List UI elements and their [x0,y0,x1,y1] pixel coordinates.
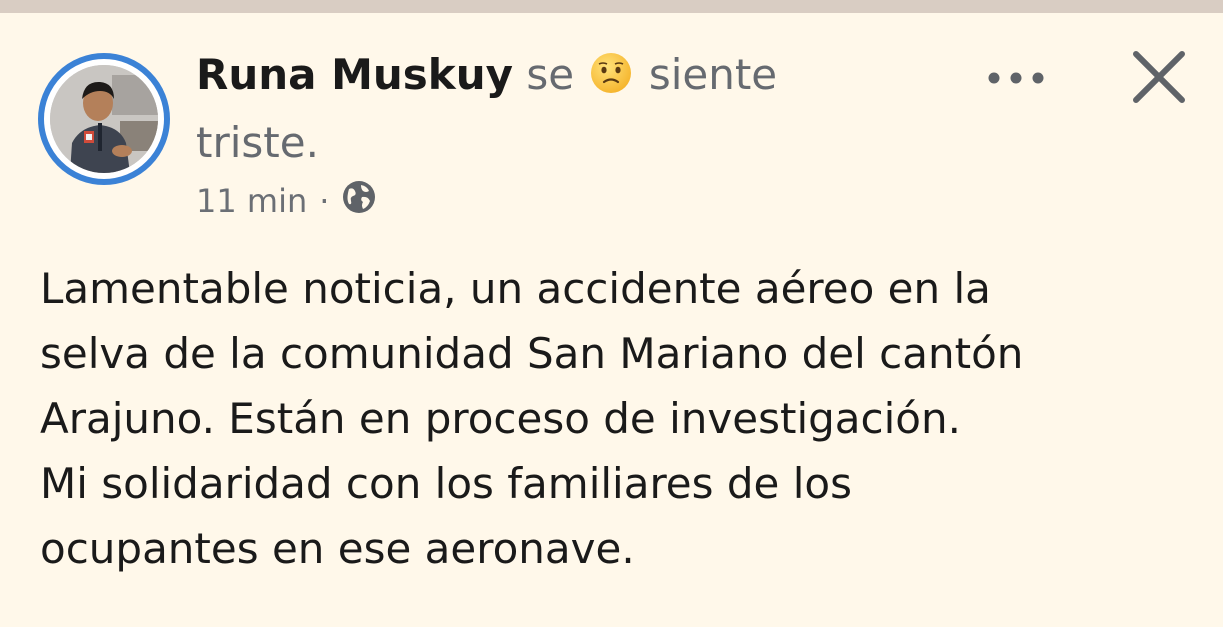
close-icon [1133,51,1185,103]
post-body-line: Mi solidaridad con los familiares de los [40,459,852,508]
meta-separator: · [319,182,330,220]
top-strip [0,0,1223,13]
close-button[interactable] [1124,48,1194,112]
feeling-prefix: se [526,50,575,99]
post-meta: 11 min · [196,176,377,226]
post-header: Runa Muskuy se siente triste. [196,44,956,174]
avatar-photo [50,65,158,173]
post-timestamp[interactable]: 11 min [196,182,307,220]
post-body-line: selva de la comunidad San Mariano del ca… [40,329,1024,378]
post-body-line: Lamentable noticia, un accidente aéreo e… [40,264,991,313]
post-body: Lamentable noticia, un accidente aéreo e… [40,256,1190,581]
author-name[interactable]: Runa Muskuy [196,50,513,99]
avatar[interactable] [38,53,170,185]
post-body-line: Arajuno. Están en proceso de investigaci… [40,394,961,443]
avatar-person-image [50,65,158,173]
feeling-suffix: triste. [196,118,319,167]
globe-icon [341,179,377,223]
post-body-line: ocupantes en ese aeronave. [40,524,635,573]
sad-face-icon [589,50,633,112]
feeling-word: siente [648,50,778,99]
more-options-button[interactable] [980,58,1052,98]
more-options-icon [988,72,1044,84]
